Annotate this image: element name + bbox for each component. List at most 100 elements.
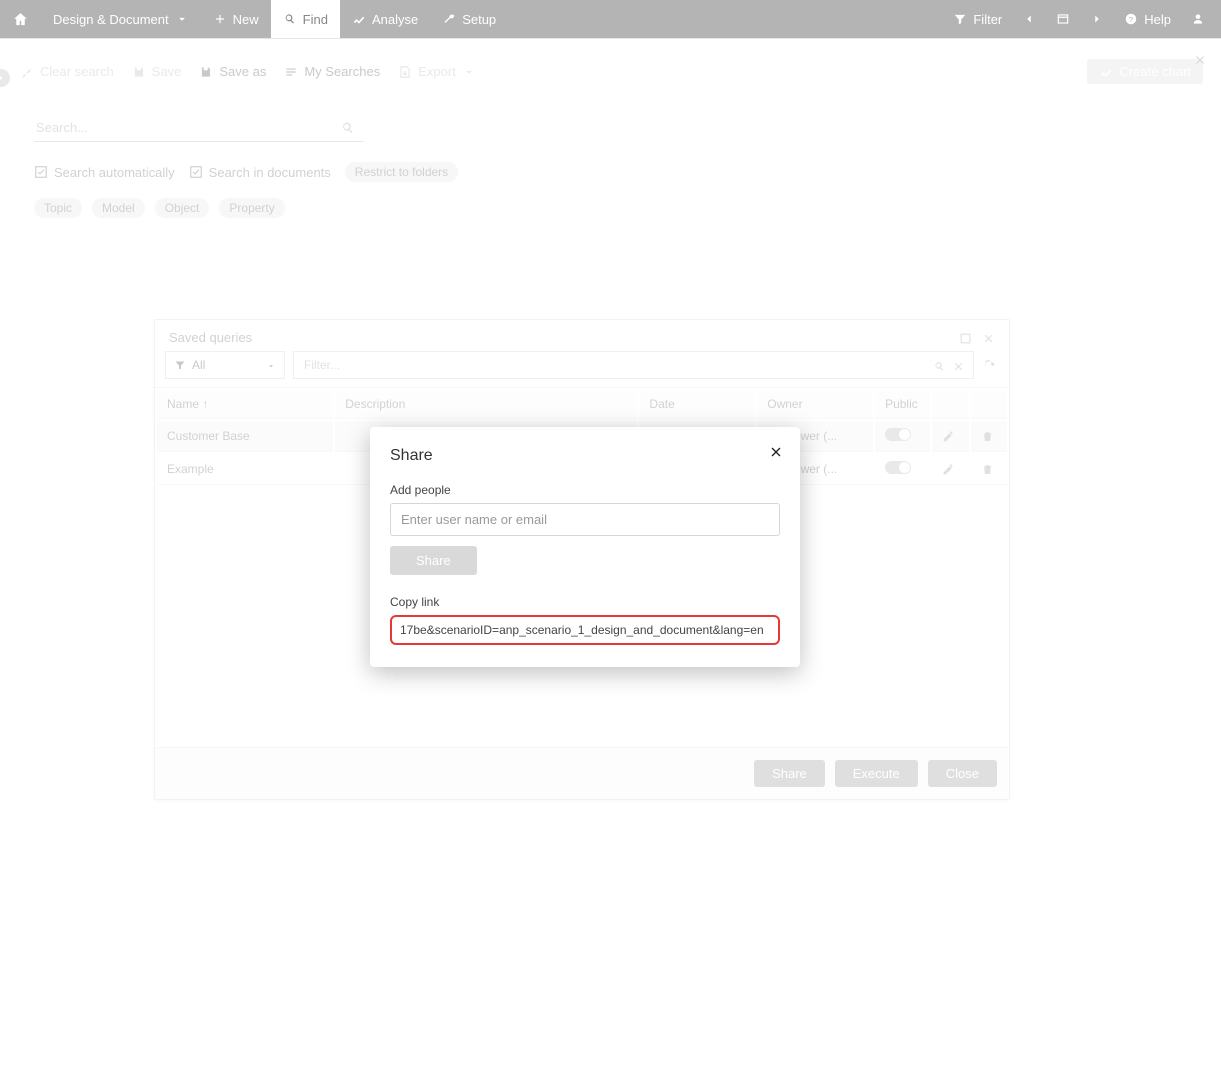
setup-label: Setup bbox=[462, 12, 496, 27]
panel-title: Saved queries bbox=[169, 330, 252, 345]
page-body: Clear search Save Save as My Searches Ex… bbox=[0, 38, 1221, 1084]
find-tab[interactable]: Find bbox=[271, 0, 340, 38]
filter-chips: Topic Model Object Property bbox=[14, 182, 1221, 218]
save-label: Save bbox=[152, 64, 182, 79]
create-chart-label: Create chart bbox=[1119, 64, 1191, 79]
design-document-label: Design & Document bbox=[53, 12, 169, 27]
public-toggle[interactable] bbox=[885, 461, 911, 474]
object-chip[interactable]: Object bbox=[155, 198, 210, 218]
setup-tab[interactable]: Setup bbox=[430, 0, 508, 38]
panel-filter-input[interactable] bbox=[302, 357, 933, 373]
footer-execute-button[interactable]: Execute bbox=[835, 760, 918, 787]
save-as-label: Save as bbox=[219, 64, 266, 79]
panel-close-button[interactable] bbox=[982, 330, 995, 345]
panel-filter-row: All bbox=[155, 351, 1009, 387]
filter-button[interactable]: Filter bbox=[943, 12, 1012, 27]
analyse-label: Analyse bbox=[372, 12, 418, 27]
clear-search-button[interactable]: Clear search bbox=[20, 64, 114, 79]
share-modal: Share Add people Share Copy link 17be&sc… bbox=[370, 427, 800, 667]
row-edit-button[interactable] bbox=[932, 421, 968, 452]
public-toggle[interactable] bbox=[885, 428, 911, 441]
search-toolbar: Clear search Save Save as My Searches Ex… bbox=[14, 39, 1221, 84]
panel-filter-field bbox=[293, 351, 974, 379]
panel-filter-search[interactable] bbox=[933, 358, 946, 373]
save-as-button[interactable]: Save as bbox=[199, 64, 266, 79]
col-owner[interactable]: Owner bbox=[757, 390, 873, 419]
search-automatically-checkbox[interactable]: Search automatically bbox=[34, 165, 175, 180]
design-document-dropdown[interactable]: Design & Document bbox=[41, 0, 201, 38]
new-label: New bbox=[233, 12, 259, 27]
nav-window[interactable] bbox=[1046, 12, 1080, 26]
col-public[interactable]: Public bbox=[875, 390, 930, 419]
pencil-icon bbox=[942, 430, 955, 443]
chart-line-icon bbox=[352, 12, 366, 26]
search-options: Search automatically Search in documents… bbox=[14, 142, 1221, 182]
footer-close-button[interactable]: Close bbox=[928, 760, 997, 787]
close-icon bbox=[768, 444, 784, 460]
cell-name: Example bbox=[157, 454, 333, 485]
save-icon bbox=[132, 65, 146, 79]
nav-prev[interactable] bbox=[1012, 12, 1046, 26]
find-label: Find bbox=[303, 12, 328, 27]
modal-close-button[interactable] bbox=[768, 441, 784, 461]
create-chart-button[interactable]: Create chart bbox=[1087, 59, 1203, 84]
save-as-icon bbox=[199, 65, 213, 79]
user-menu[interactable] bbox=[1181, 12, 1215, 26]
trash-icon bbox=[981, 463, 994, 476]
user-icon bbox=[1191, 12, 1205, 26]
table-header-row: Name ↑ Description Date Owner Public bbox=[157, 390, 1007, 419]
chevron-right-icon bbox=[1090, 12, 1104, 26]
row-edit-button[interactable] bbox=[932, 454, 968, 485]
new-button[interactable]: New bbox=[201, 0, 271, 38]
search-input[interactable] bbox=[34, 114, 364, 142]
trash-icon bbox=[981, 430, 994, 443]
cell-public bbox=[875, 454, 930, 485]
panel-scope-label: All bbox=[192, 358, 205, 372]
col-date[interactable]: Date bbox=[639, 390, 755, 419]
save-button[interactable]: Save bbox=[132, 64, 182, 79]
property-chip[interactable]: Property bbox=[219, 198, 284, 218]
pencil-icon bbox=[942, 463, 955, 476]
help-button[interactable]: ? Help bbox=[1114, 12, 1181, 27]
model-chip[interactable]: Model bbox=[92, 198, 145, 218]
analyse-tab[interactable]: Analyse bbox=[340, 0, 430, 38]
panel-maximize-button[interactable] bbox=[959, 330, 972, 345]
row-delete-button[interactable] bbox=[971, 421, 1007, 452]
panel-close-button[interactable] bbox=[1193, 49, 1207, 70]
footer-share-button[interactable]: Share bbox=[754, 760, 825, 787]
panel-scope-dropdown[interactable]: All bbox=[165, 351, 285, 379]
modal-title: Share bbox=[390, 447, 780, 465]
add-people-input[interactable] bbox=[390, 503, 780, 536]
filter-label: Filter bbox=[973, 12, 1002, 27]
copy-link-label: Copy link bbox=[390, 595, 780, 609]
col-desc[interactable]: Description bbox=[335, 390, 637, 419]
my-searches-button[interactable]: My Searches bbox=[284, 64, 380, 79]
svg-text:?: ? bbox=[1129, 15, 1133, 24]
search-in-documents-checkbox[interactable]: Search in documents bbox=[189, 165, 331, 180]
panel-filter-clear[interactable] bbox=[952, 358, 965, 373]
cell-name: Customer Base bbox=[157, 421, 333, 452]
search-in-docs-label: Search in documents bbox=[209, 165, 331, 180]
search-icon[interactable] bbox=[340, 120, 356, 137]
home-button[interactable] bbox=[0, 0, 41, 38]
search-icon bbox=[283, 12, 297, 26]
export-button[interactable]: Export bbox=[398, 64, 476, 79]
checkbox-checked-icon bbox=[189, 165, 203, 179]
cell-public bbox=[875, 421, 930, 452]
restrict-to-folders-chip[interactable]: Restrict to folders bbox=[345, 162, 458, 182]
plus-icon bbox=[213, 12, 227, 26]
my-searches-label: My Searches bbox=[304, 64, 380, 79]
sidebar-expand-handle[interactable] bbox=[0, 69, 10, 87]
nav-next[interactable] bbox=[1080, 12, 1114, 26]
modal-share-button[interactable]: Share bbox=[390, 546, 477, 575]
help-icon: ? bbox=[1124, 12, 1138, 26]
nav-left: Design & Document New Find Analyse Setup bbox=[0, 0, 508, 38]
wrench-icon bbox=[442, 12, 456, 26]
row-delete-button[interactable] bbox=[971, 454, 1007, 485]
panel-refresh-button[interactable] bbox=[982, 357, 999, 373]
copy-link-field[interactable]: 17be&scenarioID=anp_scenario_1_design_an… bbox=[390, 615, 780, 645]
col-name[interactable]: Name ↑ bbox=[157, 390, 333, 419]
chevron-right-icon bbox=[0, 73, 6, 83]
topic-chip[interactable]: Topic bbox=[34, 198, 82, 218]
broom-icon bbox=[20, 65, 34, 79]
